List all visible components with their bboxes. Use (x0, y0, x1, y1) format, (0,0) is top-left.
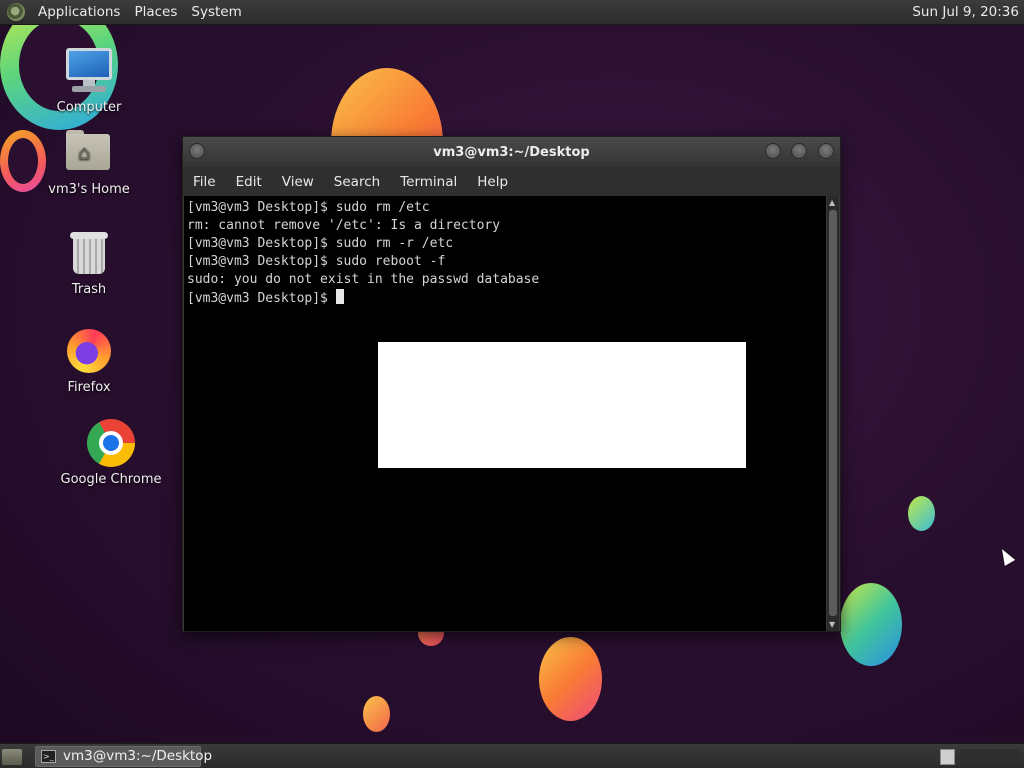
desktop-icon-label: Google Chrome (60, 472, 162, 487)
menu-view[interactable]: View (272, 174, 324, 190)
chrome-icon (86, 418, 136, 468)
desktop-icon-home[interactable]: ⌂ vm3's Home (34, 128, 144, 197)
workspace-switcher-active[interactable] (940, 749, 955, 765)
computer-icon (64, 46, 114, 96)
terminal-line: rm: cannot remove '/etc': Is a directory (187, 218, 501, 233)
desktop-icon-label: Computer (56, 100, 122, 115)
wallpaper-blob (363, 696, 390, 732)
menu-edit[interactable]: Edit (226, 174, 272, 190)
desktop-icon-chrome[interactable]: Google Chrome (56, 418, 166, 487)
wallpaper-blob (840, 583, 902, 666)
terminal-line: [vm3@vm3 Desktop]$ sudo rm /etc (187, 200, 430, 215)
clock[interactable]: Sun Jul 9, 20:36 (912, 4, 1019, 20)
scroll-up-icon[interactable]: ▲ (829, 198, 835, 207)
desktop-icon-trash[interactable]: Trash (34, 228, 144, 297)
taskbar-window-label: vm3@vm3:~/Desktop (63, 748, 213, 764)
desktop-icon-label: vm3's Home (48, 182, 130, 197)
text-cursor (335, 289, 344, 304)
terminal-line: [vm3@vm3 Desktop]$ sudo rm -r /etc (187, 236, 454, 251)
menu-system[interactable]: System (184, 4, 248, 20)
terminal-text: [vm3@vm3 Desktop]$ sudo rm /etc rm: canno… (187, 199, 539, 308)
terminal-output[interactable]: [vm3@vm3 Desktop]$ sudo rm /etc rm: canno… (184, 196, 826, 631)
terminal-prompt: [vm3@vm3 Desktop]$ (187, 291, 336, 306)
window-titlebar[interactable]: vm3@vm3:~/Desktop (183, 137, 840, 167)
workspace-switcher[interactable] (960, 749, 1020, 765)
wallpaper-blob (539, 637, 602, 721)
firefox-icon (64, 326, 114, 376)
scrollbar-thumb[interactable] (829, 210, 837, 616)
menu-file[interactable]: File (183, 174, 226, 190)
menu-terminal[interactable]: Terminal (390, 174, 467, 190)
redacted-region (378, 342, 746, 468)
menu-help[interactable]: Help (467, 174, 518, 190)
menu-places[interactable]: Places (127, 4, 184, 20)
desktop-icon-label: Firefox (67, 380, 111, 395)
distro-logo-icon[interactable] (7, 3, 25, 21)
show-desktop-icon[interactable] (2, 749, 22, 765)
taskbar-window-button[interactable]: >_ vm3@vm3:~/Desktop (35, 746, 212, 767)
terminal-window[interactable]: vm3@vm3:~/Desktop File Edit View Search … (182, 136, 841, 632)
desktop-icon-computer[interactable]: Computer (34, 46, 144, 115)
close-button[interactable] (818, 143, 834, 159)
terminal-icon: >_ (41, 750, 56, 763)
minimize-button[interactable] (765, 143, 781, 159)
terminal-line: [vm3@vm3 Desktop]$ sudo reboot -f (187, 254, 446, 269)
mouse-pointer-icon (996, 546, 1016, 566)
maximize-button[interactable] (791, 143, 807, 159)
desktop-icon-label: Trash (71, 282, 107, 297)
scroll-down-icon[interactable]: ▼ (829, 620, 835, 629)
menu-search[interactable]: Search (324, 174, 390, 190)
terminal-menubar: File Edit View Search Terminal Help (183, 167, 840, 196)
menu-applications[interactable]: Applications (31, 4, 127, 20)
bottom-panel: >_ vm3@vm3:~/Desktop (0, 743, 1024, 768)
window-title: vm3@vm3:~/Desktop (433, 145, 590, 160)
terminal-prompt-line: [vm3@vm3 Desktop]$ (187, 289, 539, 308)
terminal-scrollbar[interactable]: ▲ ▼ (827, 196, 839, 631)
terminal-line: sudo: you do not exist in the passwd dat… (187, 272, 540, 287)
wallpaper-blob (908, 496, 935, 531)
top-panel: Applications Places System Sun Jul 9, 20… (0, 0, 1024, 25)
home-folder-icon: ⌂ (64, 128, 114, 178)
desktop-icon-firefox[interactable]: Firefox (34, 326, 144, 395)
trash-icon (64, 228, 114, 278)
